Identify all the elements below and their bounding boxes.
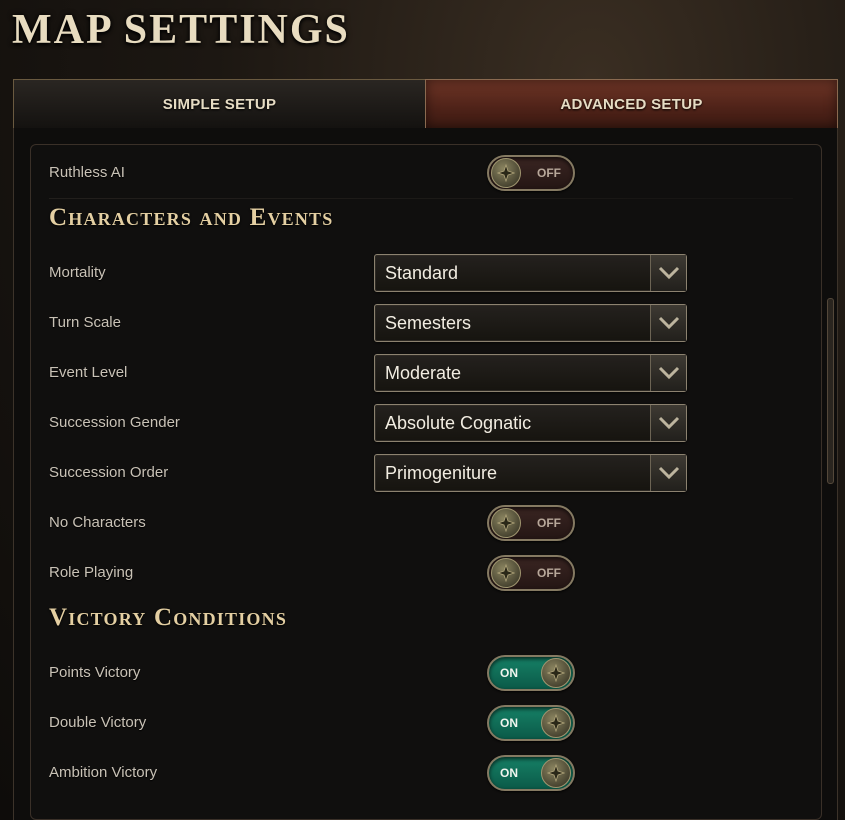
role-playing-label: Role Playing — [49, 564, 134, 581]
points-victory-toggle[interactable]: ON — [487, 655, 575, 691]
turn-scale-value: Semesters — [385, 313, 472, 333]
event-level-label: Event Level — [49, 364, 128, 381]
toggle-knob-icon — [491, 558, 521, 588]
toggle-knob-icon — [541, 708, 571, 738]
mortality-label: Mortality — [49, 264, 106, 281]
setting-row-role-playing: Role Playing OFF — [33, 553, 793, 593]
setup-tabs: SIMPLE SETUP ADVANCED SETUP — [13, 79, 838, 129]
setting-row-turn-scale: Turn Scale Semesters — [33, 303, 793, 343]
succession-order-value: Primogeniture — [385, 463, 498, 483]
setting-row-no-characters: No Characters OFF — [33, 503, 793, 543]
double-victory-toggle[interactable]: ON — [487, 705, 575, 741]
section-heading-characters-events: Characters and Events — [49, 204, 334, 231]
turn-scale-dropdown[interactable]: Semesters — [374, 304, 687, 342]
setting-row-mortality: Mortality Standard — [33, 253, 793, 293]
scrollbar[interactable] — [827, 298, 834, 484]
succession-gender-label: Succession Gender — [49, 414, 180, 431]
event-level-dropdown[interactable]: Moderate — [374, 354, 687, 392]
ambition-victory-toggle[interactable]: ON — [487, 755, 575, 791]
turn-scale-label: Turn Scale — [49, 314, 121, 331]
toggle-knob-icon — [541, 658, 571, 688]
succession-order-dropdown[interactable]: Primogeniture — [374, 454, 687, 492]
succession-order-label: Succession Order — [49, 464, 169, 481]
ambition-victory-state: ON — [500, 766, 518, 780]
chevron-down-icon — [650, 355, 686, 391]
toggle-knob-icon — [491, 508, 521, 538]
ruthless-ai-label: Ruthless AI — [49, 164, 125, 181]
chevron-down-icon — [650, 305, 686, 341]
setting-row-succession-order: Succession Order Primogeniture — [33, 453, 793, 493]
no-characters-toggle[interactable]: OFF — [487, 505, 575, 541]
ruthless-ai-toggle[interactable]: OFF — [487, 155, 575, 191]
event-level-value: Moderate — [385, 363, 462, 383]
toggle-knob-icon — [491, 158, 521, 188]
no-characters-label: No Characters — [49, 514, 146, 531]
double-victory-state: ON — [500, 716, 518, 730]
tab-advanced-setup[interactable]: ADVANCED SETUP — [425, 79, 838, 129]
setting-row-event-level: Event Level Moderate — [33, 353, 793, 393]
chevron-down-icon — [650, 455, 686, 491]
chevron-down-icon — [650, 255, 686, 291]
succession-gender-value: Absolute Cognatic — [385, 413, 532, 433]
setting-row-ambition-victory: Ambition Victory ON — [33, 753, 793, 793]
setting-row-succession-gender: Succession Gender Absolute Cognatic — [33, 403, 793, 443]
role-playing-state: OFF — [537, 566, 561, 580]
tab-simple-setup[interactable]: SIMPLE SETUP — [13, 79, 425, 129]
mortality-value: Standard — [385, 263, 459, 283]
role-playing-toggle[interactable]: OFF — [487, 555, 575, 591]
points-victory-state: ON — [500, 666, 518, 680]
double-victory-label: Double Victory — [49, 714, 147, 731]
mortality-dropdown[interactable]: Standard — [374, 254, 687, 292]
succession-gender-dropdown[interactable]: Absolute Cognatic — [374, 404, 687, 442]
points-victory-label: Points Victory — [49, 664, 141, 681]
setting-row-double-victory: Double Victory ON — [33, 703, 793, 743]
ambition-victory-label: Ambition Victory — [49, 764, 158, 781]
ruthless-ai-state: OFF — [537, 166, 561, 180]
section-heading-victory-conditions: Victory Conditions — [49, 604, 288, 631]
page-title: MAP SETTINGS — [12, 7, 350, 53]
toggle-knob-icon — [541, 758, 571, 788]
chevron-down-icon — [650, 405, 686, 441]
setting-row-points-victory: Points Victory ON — [33, 653, 793, 693]
setting-row-ruthless-ai: Ruthless AI OFF — [33, 153, 793, 199]
no-characters-state: OFF — [537, 516, 561, 530]
